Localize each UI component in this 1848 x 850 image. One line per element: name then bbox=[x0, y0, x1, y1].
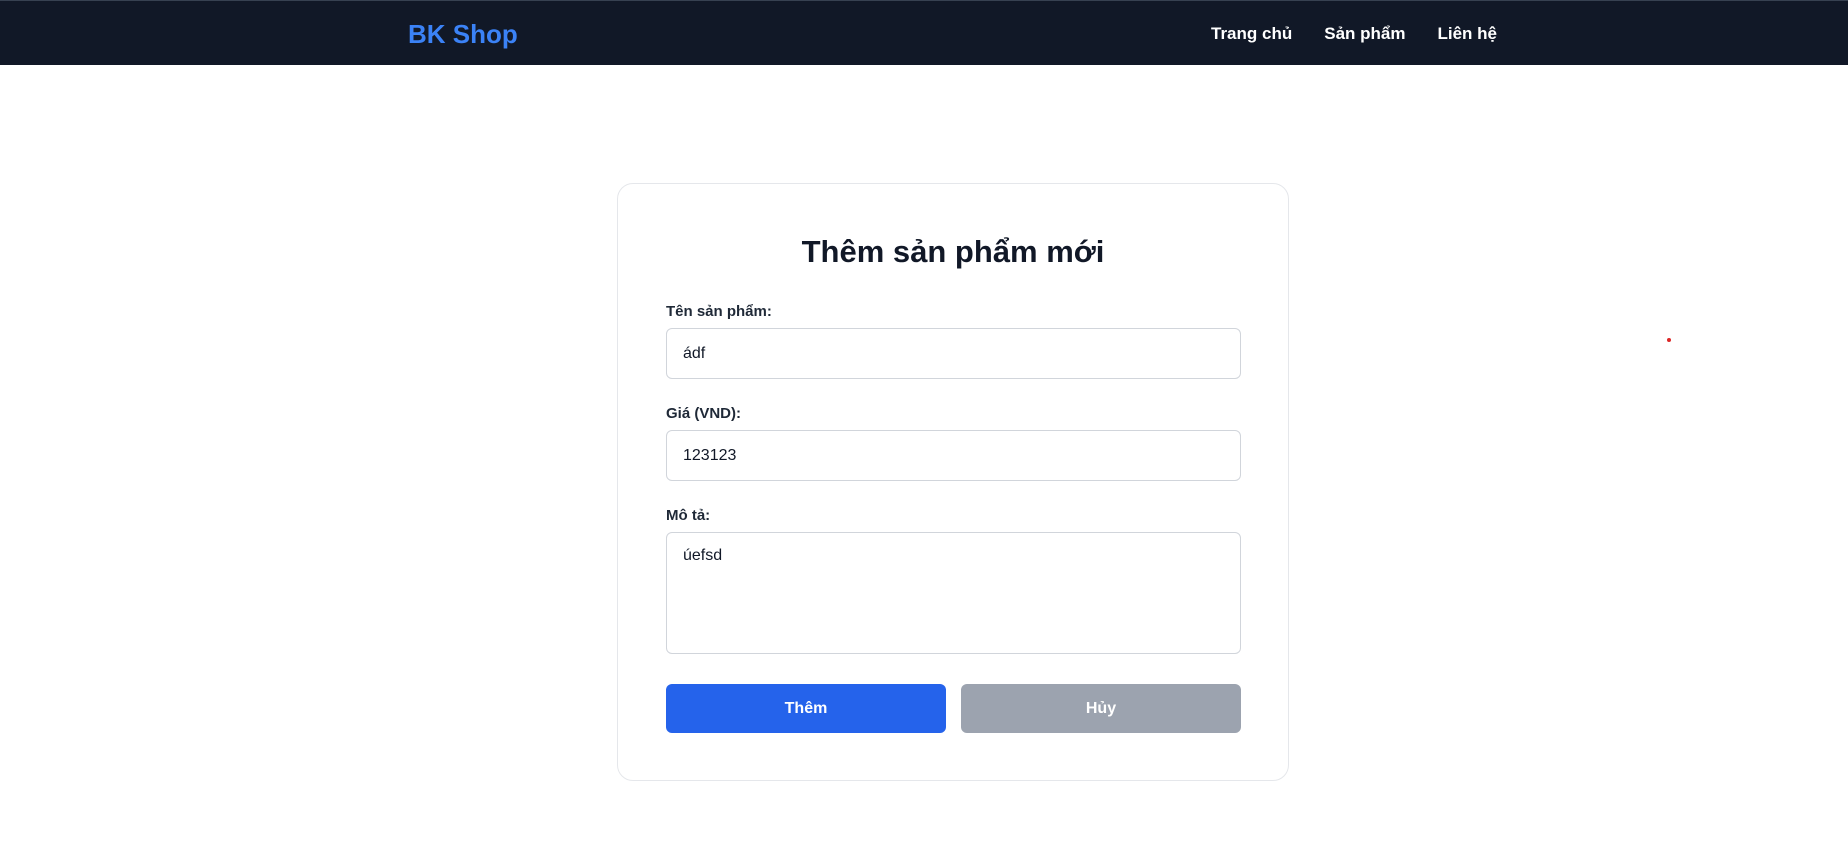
description-textarea[interactable]: úefsd bbox=[666, 532, 1241, 654]
cursor-dot bbox=[1667, 338, 1671, 342]
product-name-input[interactable] bbox=[666, 328, 1241, 379]
nav-link-products[interactable]: Sản phẩm bbox=[1324, 23, 1405, 45]
form-title: Thêm sản phẩm mới bbox=[801, 234, 1105, 269]
nav-link-home[interactable]: Trang chủ bbox=[1211, 23, 1292, 45]
product-name-label: Tên sản phẩm: bbox=[666, 303, 772, 320]
price-label: Giá (VND): bbox=[666, 405, 741, 422]
nav-menu: Trang chủ Sản phẩm Liên hệ bbox=[1211, 23, 1497, 45]
add-product-card: Thêm sản phẩm mới Tên sản phẩm: Giá (VND… bbox=[617, 183, 1289, 781]
cancel-button[interactable]: Hủy bbox=[961, 684, 1241, 733]
add-button[interactable]: Thêm bbox=[666, 684, 946, 733]
price-input[interactable] bbox=[666, 430, 1241, 481]
navbar: BK Shop Trang chủ Sản phẩm Liên hệ bbox=[0, 0, 1848, 65]
nav-link-contact[interactable]: Liên hệ bbox=[1437, 23, 1497, 45]
description-label: Mô tả: bbox=[666, 507, 711, 524]
brand-logo[interactable]: BK Shop bbox=[408, 19, 518, 49]
